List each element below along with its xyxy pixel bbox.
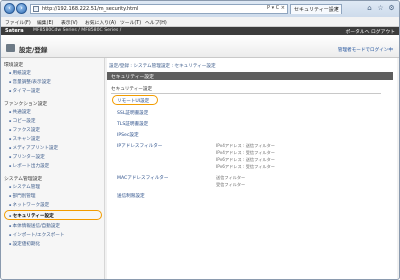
portal-logout-links[interactable]: ポータルへ ログアウト xyxy=(346,28,396,35)
settings-icon xyxy=(6,44,15,52)
model-name: MF8580Cdw Series / MF8580C Series / xyxy=(33,28,122,33)
subsection-title: セキュリティー設定 xyxy=(111,87,153,92)
tab-close-icon[interactable]: × xyxy=(335,6,339,12)
link-ssl[interactable]: SSL証明書設定 xyxy=(117,110,148,116)
browser-tab[interactable]: セキュリティー設定 × xyxy=(290,4,342,14)
menu-file[interactable]: ファイル(F) xyxy=(5,19,31,26)
star-icon[interactable]: ☆ xyxy=(376,4,385,13)
sidebar-item-media-print[interactable]: メディアプリント設定 xyxy=(9,145,59,151)
link-mac-filter[interactable]: MACアドレスフィルター xyxy=(117,175,169,181)
gear-icon[interactable]: ⚙ xyxy=(387,4,396,13)
page-title: 設定/登録 xyxy=(19,46,48,54)
sidebar-item-fax[interactable]: ファクス設定 xyxy=(9,127,40,133)
menu-favorites[interactable]: お気に入り(A) xyxy=(85,19,116,26)
page-icon xyxy=(33,6,39,12)
mac-filter-desc-2: 受信フィルター xyxy=(216,182,246,187)
sidebar: 環境設定 用紙設定 音量調整/表示設定 タイマー設定 ファンクション設定 共通設… xyxy=(1,58,105,279)
sidebar-section-function: ファンクション設定 xyxy=(4,102,48,107)
section-header-title: セキュリティー設定 xyxy=(111,75,154,80)
sidebar-item-department[interactable]: 部門別管理 xyxy=(9,193,36,199)
back-icon[interactable]: ‹ xyxy=(4,3,15,14)
mac-filter-desc-1: 送信フィルター xyxy=(216,175,246,180)
brand-logo: Satera xyxy=(5,28,24,34)
home-icon[interactable]: ⌂ xyxy=(365,4,374,13)
section-header: セキュリティー設定 xyxy=(107,72,393,80)
login-status: 管理者モードでログイン中 xyxy=(337,48,393,53)
link-ip-filter[interactable]: IPアドレスフィルター xyxy=(117,143,162,149)
page-title-bar: 設定/登録 管理者モードでログイン中 xyxy=(1,35,399,58)
link-ipsec[interactable]: IPSec設定 xyxy=(117,132,139,138)
menu-tools[interactable]: ツール(T) xyxy=(120,19,141,26)
main-content: 設定/登録 : システム管理設定 : セキュリティー設定 セキュリティー設定 セ… xyxy=(107,58,397,279)
sidebar-item-system-mgmt[interactable]: システム管理 xyxy=(9,184,40,190)
sidebar-item-import-export[interactable]: インポート/エクスポート xyxy=(9,232,65,238)
sidebar-item-common[interactable]: 共通設定 xyxy=(9,109,31,115)
menu-view[interactable]: 表示(V) xyxy=(61,19,78,26)
sidebar-item-device-info[interactable]: 本体情報送信/自動設定 xyxy=(9,223,61,229)
sidebar-section-system: システム管理設定 xyxy=(4,177,43,182)
sidebar-item-paper[interactable]: 用紙設定 xyxy=(9,70,31,76)
product-bar: Satera MF8580Cdw Series / MF8580C Series… xyxy=(1,27,399,35)
tab-label: セキュリティー設定 xyxy=(294,7,339,13)
sidebar-item-copy[interactable]: コピー設定 xyxy=(9,118,36,124)
sidebar-section-env: 環境設定 xyxy=(4,63,24,68)
subsection-header: セキュリティー設定 xyxy=(111,86,381,94)
menu-help[interactable]: ヘルプ(H) xyxy=(145,19,167,26)
ip-filter-desc-4: IPv6アドレス : 受信フィルター xyxy=(216,164,275,169)
breadcrumb[interactable]: 設定/登録 : システム管理設定 : セキュリティー設定 xyxy=(109,63,216,69)
menu-edit[interactable]: 編集(E) xyxy=(37,19,53,26)
url-text: http://192.168.222.51/m_security.html xyxy=(42,6,139,12)
ip-filter-desc-2: IPv4アドレス : 受信フィルター xyxy=(216,150,275,155)
ip-filter-desc-3: IPv6アドレス : 送信フィルター xyxy=(216,157,275,162)
sidebar-item-scan[interactable]: スキャン設定 xyxy=(9,136,41,142)
forward-icon[interactable]: › xyxy=(16,3,27,14)
browser-window: ‹ › http://192.168.222.51/m_security.htm… xyxy=(0,0,400,280)
url-tools[interactable]: P ▾ C × xyxy=(267,5,285,11)
link-tls[interactable]: TLS証明書設定 xyxy=(117,121,148,127)
highlight-sidebar-security xyxy=(4,210,102,220)
sidebar-item-timer[interactable]: タイマー設定 xyxy=(9,88,41,94)
sidebar-item-printer[interactable]: プリンター設定 xyxy=(9,154,45,160)
address-bar: ‹ › http://192.168.222.51/m_security.htm… xyxy=(1,1,399,17)
menu-bar: ファイル(F) 編集(E) 表示(V) お気に入り(A) ツール(T) ヘルプ(… xyxy=(1,17,399,27)
url-field[interactable]: http://192.168.222.51/m_security.html P … xyxy=(30,4,288,14)
sidebar-item-network[interactable]: ネットワーク設定 xyxy=(9,202,50,208)
link-send-restriction[interactable]: 送信制限設定 xyxy=(117,193,145,199)
sidebar-item-reset[interactable]: 設定値初期化 xyxy=(9,241,41,247)
ip-filter-desc-1: IPv4アドレス : 送信フィルター xyxy=(216,143,275,148)
highlight-remote-ui xyxy=(112,95,158,105)
sidebar-item-volume[interactable]: 音量調整/表示設定 xyxy=(9,79,51,85)
sidebar-item-report[interactable]: レポート出力設定 xyxy=(9,163,50,169)
